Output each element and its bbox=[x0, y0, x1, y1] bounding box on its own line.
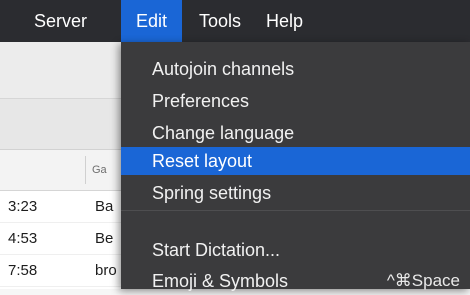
menu-item-label: Autojoin channels bbox=[152, 59, 295, 79]
menu-bar: Server Edit Tools Help bbox=[0, 0, 470, 42]
menu-item-autojoin-channels[interactable]: Autojoin channels bbox=[121, 55, 470, 83]
row-time: 4:53 bbox=[8, 230, 38, 247]
menu-server[interactable]: Server bbox=[34, 0, 87, 42]
menu-edit[interactable]: Edit bbox=[121, 0, 182, 42]
menu-item-preferences[interactable]: Preferences bbox=[121, 87, 470, 115]
menu-item-label: Emoji & Symbols bbox=[152, 271, 289, 291]
menu-item-reset-layout[interactable]: Reset layout bbox=[121, 147, 470, 175]
column-header-game[interactable]: Ga bbox=[92, 164, 107, 176]
row-time: 7:58 bbox=[8, 262, 38, 279]
menu-item-label: Reset layout bbox=[152, 151, 253, 171]
column-divider bbox=[85, 156, 86, 184]
menu-item-label: Change language bbox=[152, 123, 295, 143]
menu-item-label: Preferences bbox=[152, 91, 250, 111]
edit-menu-dropdown: Autojoin channels Preferences Change lan… bbox=[121, 42, 470, 291]
menu-separator bbox=[121, 210, 470, 211]
menu-item-spring-settings[interactable]: Spring settings bbox=[121, 179, 470, 207]
row-game: Ba bbox=[95, 198, 114, 215]
menu-item-label: Start Dictation... bbox=[152, 240, 281, 260]
menu-item-label: Spring settings bbox=[152, 183, 272, 203]
menu-item-emoji-symbols[interactable]: Emoji & Symbols ^⌘Space bbox=[121, 267, 470, 295]
row-game: bro bbox=[95, 262, 117, 279]
row-game: Be bbox=[95, 230, 114, 247]
menu-item-change-language[interactable]: Change language bbox=[121, 119, 470, 147]
row-time: 3:23 bbox=[8, 198, 38, 215]
keyboard-shortcut: ^⌘Space bbox=[386, 271, 460, 290]
menu-item-start-dictation[interactable]: Start Dictation... bbox=[121, 236, 470, 264]
menu-tools[interactable]: Tools bbox=[199, 0, 241, 42]
menu-help[interactable]: Help bbox=[266, 0, 303, 42]
